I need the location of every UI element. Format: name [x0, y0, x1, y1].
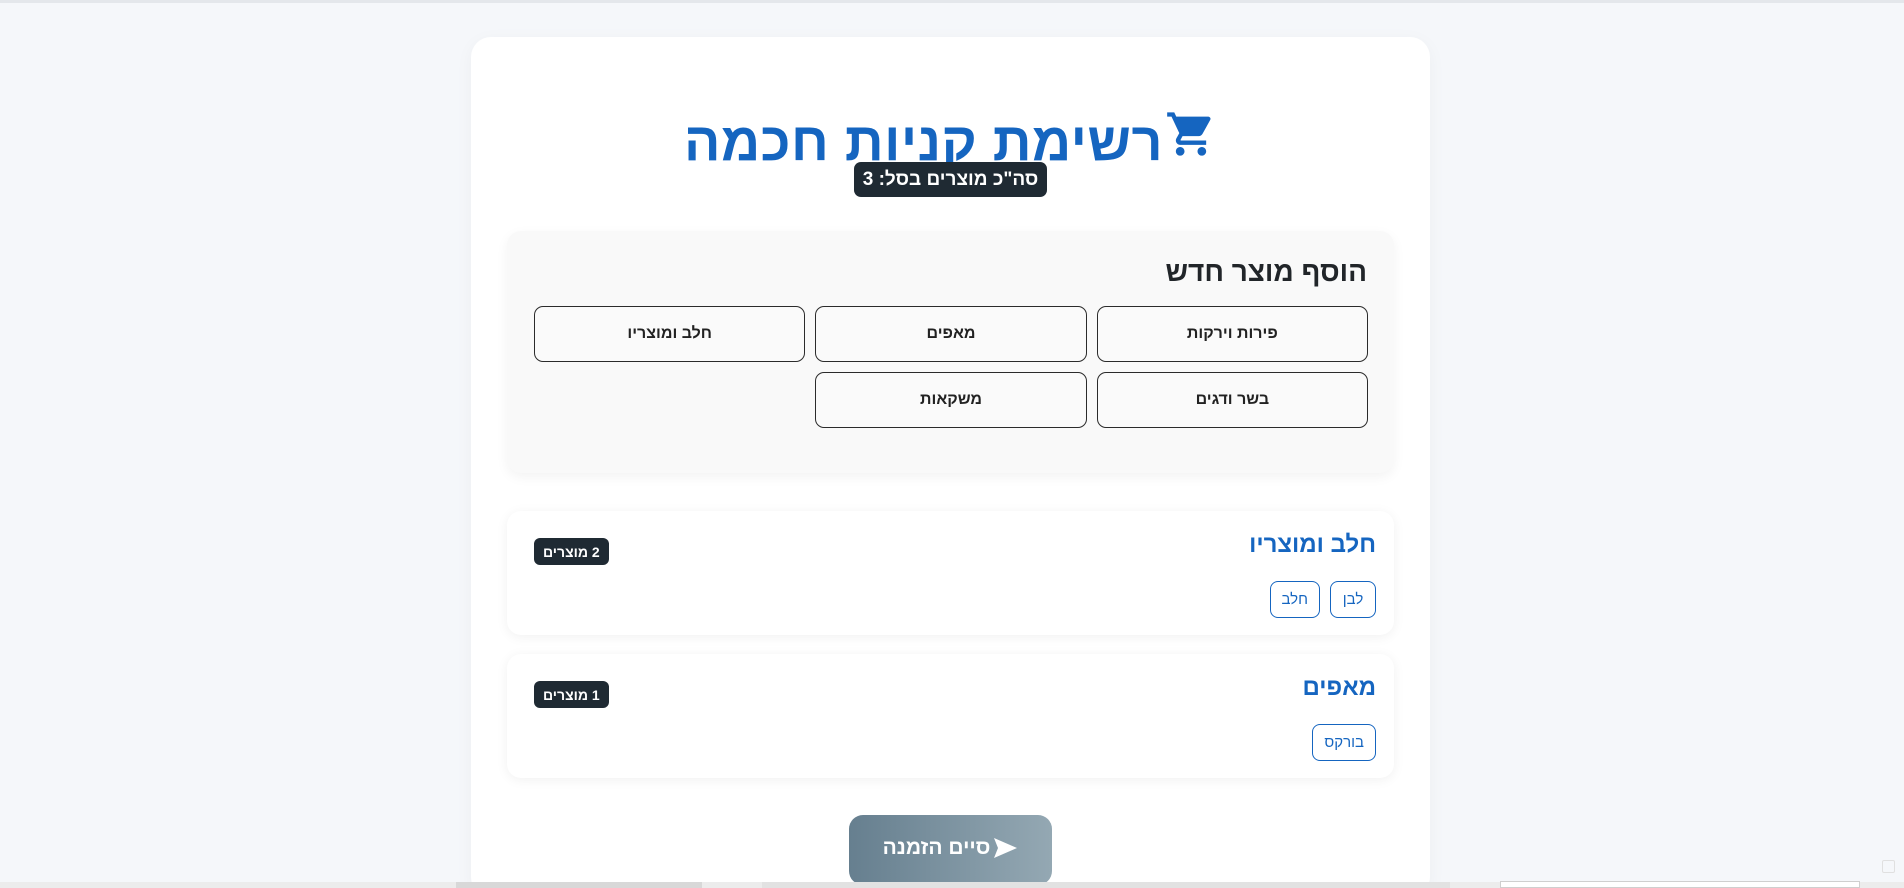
shopping-cart-icon [1165, 108, 1217, 160]
scrollbar-thumb[interactable] [456, 882, 702, 888]
category-grid: פירות וירקות מאפים חלב ומוצריו בשר ודגים… [534, 306, 1368, 428]
cart-total-badge: סה"כ מוצרים בסל: 3 [854, 162, 1047, 197]
cart-section-bakery: מאפים 1 מוצרים בורקס [507, 654, 1394, 778]
section-items: לבן חלב [1269, 581, 1376, 618]
bottom-panel-edge [1500, 881, 1860, 888]
section-title: חלב ומוצריו [1249, 531, 1376, 558]
cart-item-chip[interactable]: בורקס [1312, 724, 1376, 761]
add-product-panel: הוסף מוצר חדש פירות וירקות מאפים חלב ומו… [507, 231, 1394, 473]
scrollbar-track-segment [762, 882, 1450, 888]
cart-item-chip[interactable]: חלב [1269, 581, 1320, 618]
section-count-badge: 2 מוצרים [534, 538, 609, 565]
corner-resize-icon [1882, 860, 1895, 873]
category-button-dairy[interactable]: חלב ומוצריו [534, 306, 806, 362]
top-border [0, 0, 1904, 3]
section-title: מאפים [1302, 674, 1377, 701]
finish-order-label: סיים הזמנה [882, 836, 991, 859]
send-icon [992, 837, 1018, 859]
category-button-drinks[interactable]: משקאות [815, 372, 1087, 428]
cart-section-dairy: חלב ומוצריו 2 מוצרים לבן חלב [507, 511, 1394, 635]
shopping-list-card: רשימת קניות חכמה סה"כ מוצרים בסל: 3 הוסף… [471, 37, 1430, 888]
section-count-badge: 1 מוצרים [534, 681, 609, 708]
category-button-bakery[interactable]: מאפים [815, 306, 1087, 362]
category-button-meat-fish[interactable]: בשר ודגים [1096, 372, 1368, 428]
category-button-fruits-vegetables[interactable]: פירות וירקות [1096, 306, 1368, 362]
cart-item-chip[interactable]: לבן [1330, 581, 1376, 618]
section-items: בורקס [1312, 724, 1376, 761]
add-product-heading: הוסף מוצר חדש [1165, 256, 1367, 287]
finish-order-button[interactable]: סיים הזמנה [849, 815, 1052, 885]
